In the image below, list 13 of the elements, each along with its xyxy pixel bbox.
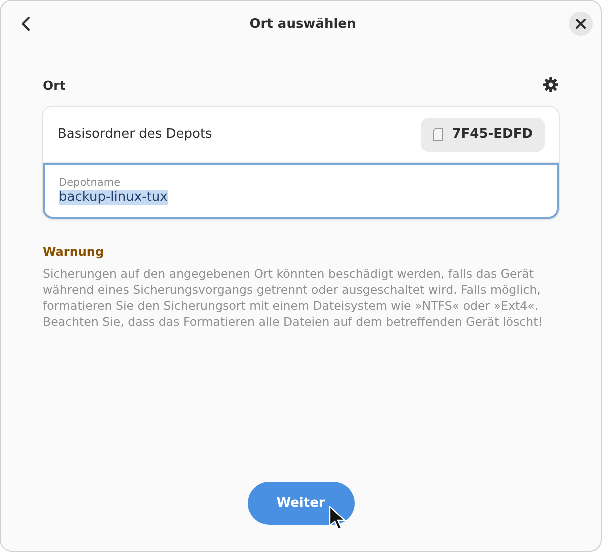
warning-title: Warnung: [43, 245, 106, 259]
settings-button[interactable]: [543, 77, 559, 93]
drive-button[interactable]: 7F45-EDFD: [421, 118, 545, 152]
back-icon: [20, 16, 32, 32]
folder-label: Basisordner des Depots: [58, 127, 212, 142]
mouse-pointer-icon: [329, 506, 347, 532]
close-button[interactable]: [568, 12, 593, 36]
warning-text: Sicherungen auf den angegebenen Ort könnten beschädigt werden, falls das Gerät während eines Sicherungsvorgangs getrennt oder ausgeschaltet wird. Falls möglich, formatieren Sie den Sicherungsort mit einem Dateisystem wie »NTFS« oder »Ext4«. Beachten Sie, dass das Formatieren alle Dateien auf dem betreffenden Gerät löscht!: [43, 266, 544, 330]
close-icon: [576, 19, 586, 29]
window-title: Ort auswählen: [250, 16, 356, 32]
section-title: Ort: [43, 78, 66, 92]
drive-icon: [433, 128, 444, 141]
name-field[interactable]: Depotname backup-linux-tux: [43, 163, 559, 219]
